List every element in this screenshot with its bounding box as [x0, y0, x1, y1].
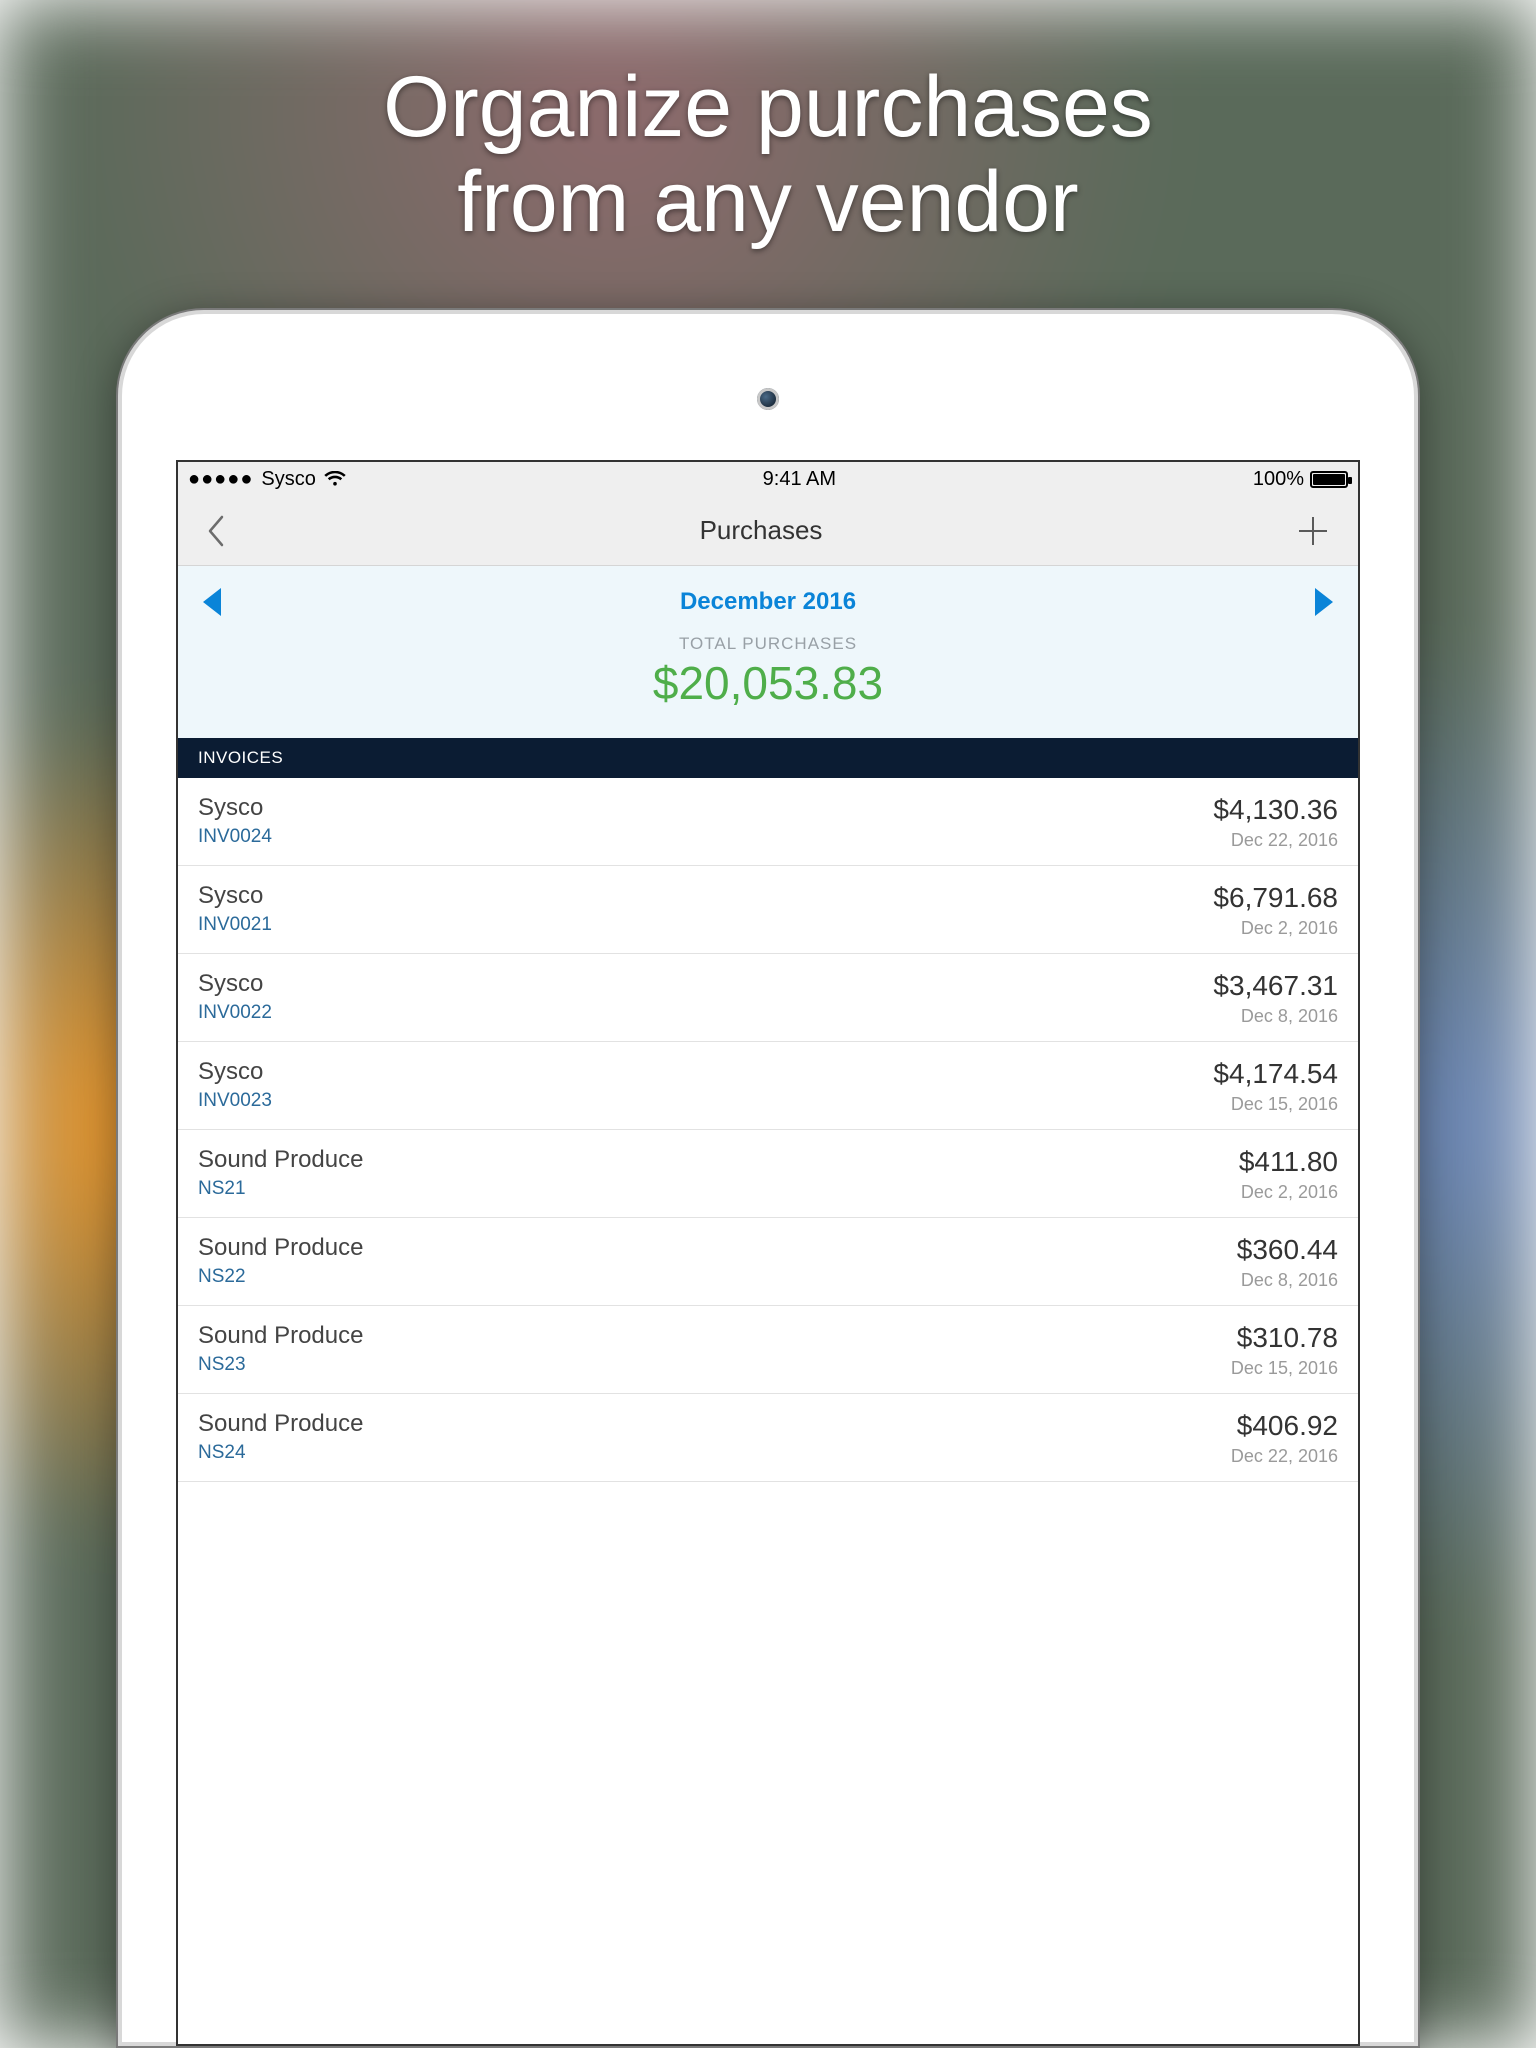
promo-title-line2: from any vendor	[457, 154, 1078, 250]
invoice-date: Dec 22, 2016	[1213, 830, 1338, 851]
invoice-number: NS21	[198, 1178, 363, 1200]
app-screen: ●●●●● Sysco 9:41 AM 100% Purchases	[176, 460, 1360, 2046]
invoice-amount: $4,174.54	[1213, 1058, 1338, 1090]
tablet-camera	[757, 388, 779, 410]
invoice-date: Dec 15, 2016	[1231, 1358, 1338, 1379]
invoice-row-left: Sound Produce NS23	[198, 1322, 363, 1376]
invoice-date: Dec 22, 2016	[1231, 1446, 1338, 1467]
invoice-row-right: $406.92 Dec 22, 2016	[1231, 1410, 1338, 1467]
invoices-section-header: INVOICES	[178, 738, 1358, 778]
invoice-amount: $310.78	[1231, 1322, 1338, 1354]
invoice-row-right: $411.80 Dec 2, 2016	[1239, 1146, 1338, 1203]
invoice-row-right: $3,467.31 Dec 8, 2016	[1213, 970, 1338, 1027]
invoice-vendor: Sysco	[198, 794, 272, 822]
invoice-row[interactable]: Sysco INV0021 $6,791.68 Dec 2, 2016	[178, 866, 1358, 954]
invoice-row[interactable]: Sysco INV0022 $3,467.31 Dec 8, 2016	[178, 954, 1358, 1042]
status-right: 100%	[1253, 468, 1348, 491]
total-purchases-label: TOTAL PURCHASES	[196, 634, 1340, 654]
invoice-vendor: Sound Produce	[198, 1146, 363, 1174]
invoice-row-left: Sysco INV0021	[198, 882, 272, 936]
invoice-vendor: Sound Produce	[198, 1234, 363, 1262]
invoice-number: INV0021	[198, 914, 272, 936]
invoice-date: Dec 2, 2016	[1213, 918, 1338, 939]
add-button[interactable]	[1296, 514, 1330, 548]
invoice-amount: $411.80	[1239, 1146, 1338, 1178]
invoice-number: INV0023	[198, 1090, 272, 1112]
invoice-row-right: $360.44 Dec 8, 2016	[1237, 1234, 1338, 1291]
invoice-amount: $406.92	[1231, 1410, 1338, 1442]
back-button[interactable]	[206, 514, 226, 548]
month-summary-panel: December 2016 TOTAL PURCHASES $20,053.83	[178, 566, 1358, 738]
invoice-date: Dec 8, 2016	[1213, 1006, 1338, 1027]
nav-bar: Purchases	[178, 496, 1358, 566]
invoice-vendor: Sysco	[198, 1058, 272, 1086]
invoice-number: NS23	[198, 1354, 363, 1376]
battery-pct: 100%	[1253, 468, 1304, 491]
invoice-row-left: Sound Produce NS24	[198, 1410, 363, 1464]
status-bar: ●●●●● Sysco 9:41 AM 100%	[178, 462, 1358, 496]
status-left: ●●●●● Sysco	[188, 468, 346, 491]
promo-title-line1: Organize purchases	[383, 59, 1153, 155]
invoice-row[interactable]: Sound Produce NS23 $310.78 Dec 15, 2016	[178, 1306, 1358, 1394]
invoice-date: Dec 2, 2016	[1239, 1182, 1338, 1203]
prev-month-button[interactable]	[196, 588, 228, 620]
invoice-row[interactable]: Sound Produce NS24 $406.92 Dec 22, 2016	[178, 1394, 1358, 1482]
promo-title: Organize purchases from any vendor	[0, 60, 1536, 249]
invoice-amount: $3,467.31	[1213, 970, 1338, 1002]
invoice-row-left: Sysco INV0023	[198, 1058, 272, 1112]
invoice-amount: $360.44	[1237, 1234, 1338, 1266]
invoice-date: Dec 8, 2016	[1237, 1270, 1338, 1291]
wifi-icon	[324, 471, 346, 487]
invoice-row[interactable]: Sysco INV0023 $4,174.54 Dec 15, 2016	[178, 1042, 1358, 1130]
invoice-row-left: Sysco INV0022	[198, 970, 272, 1024]
total-purchases-amount: $20,053.83	[196, 656, 1340, 710]
invoice-number: NS24	[198, 1442, 363, 1464]
status-time: 9:41 AM	[763, 468, 836, 491]
invoice-date: Dec 15, 2016	[1213, 1094, 1338, 1115]
invoice-vendor: Sysco	[198, 882, 272, 910]
invoice-row-right: $4,174.54 Dec 15, 2016	[1213, 1058, 1338, 1115]
battery-icon	[1310, 471, 1348, 488]
invoice-vendor: Sound Produce	[198, 1410, 363, 1438]
signal-dots-icon: ●●●●●	[188, 468, 253, 491]
invoice-row-left: Sound Produce NS22	[198, 1234, 363, 1288]
next-month-button[interactable]	[1308, 588, 1340, 620]
invoice-row-right: $6,791.68 Dec 2, 2016	[1213, 882, 1338, 939]
invoice-list: Sysco INV0024 $4,130.36 Dec 22, 2016 Sysco IN…	[178, 778, 1358, 1482]
chevron-right-icon	[1315, 588, 1333, 616]
carrier-label: Sysco	[261, 468, 315, 491]
invoice-row[interactable]: Sysco INV0024 $4,130.36 Dec 22, 2016	[178, 778, 1358, 866]
invoice-row-left: Sysco INV0024	[198, 794, 272, 848]
invoice-row-left: Sound Produce NS21	[198, 1146, 363, 1200]
invoice-number: INV0024	[198, 826, 272, 848]
chevron-left-icon	[203, 588, 221, 616]
invoice-vendor: Sysco	[198, 970, 272, 998]
invoice-number: INV0022	[198, 1002, 272, 1024]
invoice-number: NS22	[198, 1266, 363, 1288]
page-title: Purchases	[700, 515, 823, 546]
month-label[interactable]: December 2016	[196, 588, 1340, 616]
invoice-row[interactable]: Sound Produce NS21 $411.80 Dec 2, 2016	[178, 1130, 1358, 1218]
invoice-amount: $4,130.36	[1213, 794, 1338, 826]
invoice-row[interactable]: Sound Produce NS22 $360.44 Dec 8, 2016	[178, 1218, 1358, 1306]
invoice-vendor: Sound Produce	[198, 1322, 363, 1350]
invoice-row-right: $4,130.36 Dec 22, 2016	[1213, 794, 1338, 851]
tablet-frame: ●●●●● Sysco 9:41 AM 100% Purchases	[116, 308, 1420, 2048]
invoice-amount: $6,791.68	[1213, 882, 1338, 914]
invoice-row-right: $310.78 Dec 15, 2016	[1231, 1322, 1338, 1379]
